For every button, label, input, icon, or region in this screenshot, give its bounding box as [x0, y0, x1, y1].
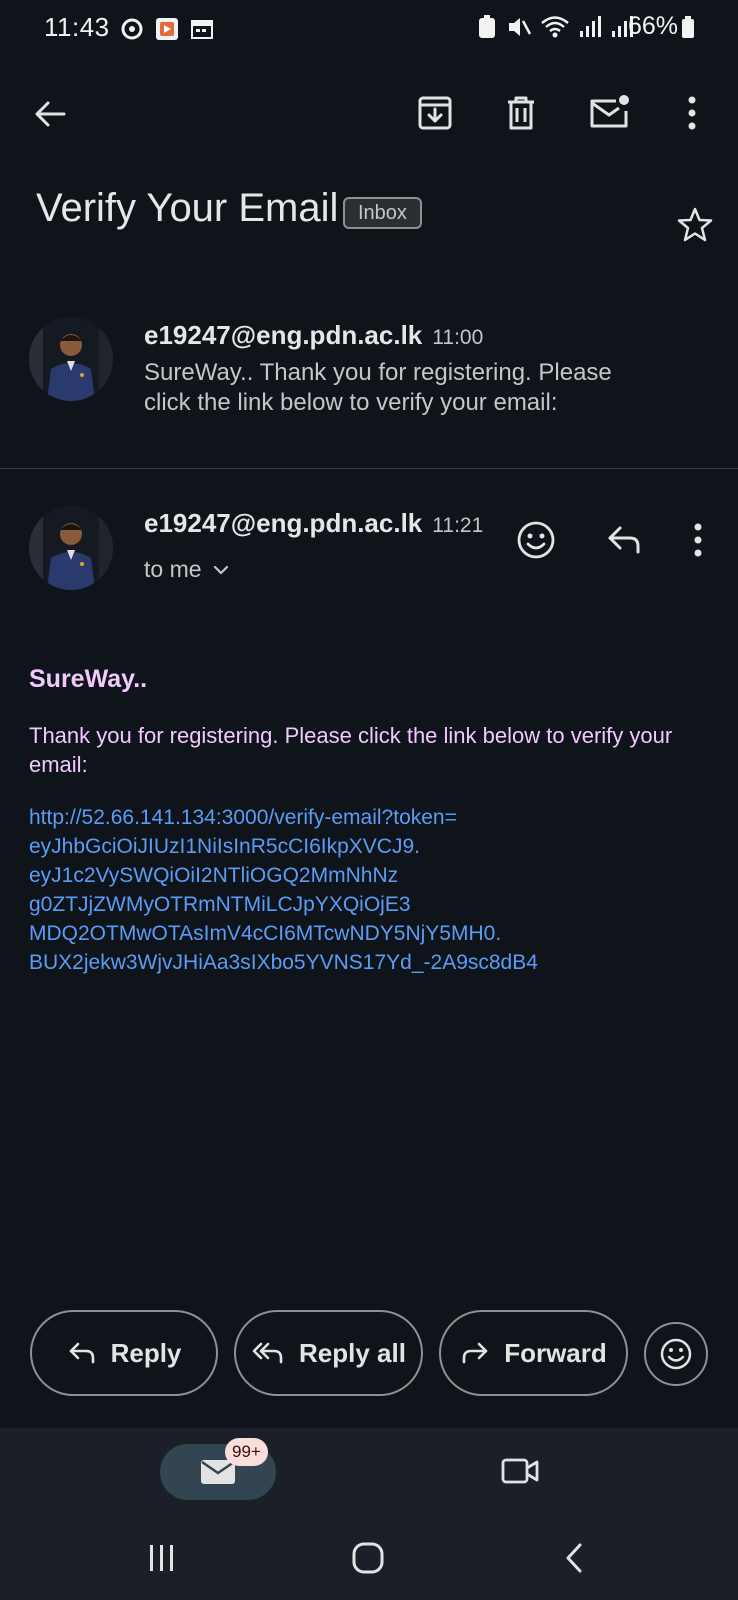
verify-email-link[interactable]: http://52.66.141.134:3000/verify-email?t…	[29, 803, 538, 977]
reply-all-button[interactable]: Reply all	[234, 1310, 423, 1396]
home-button[interactable]	[350, 1540, 386, 1576]
back-button[interactable]	[30, 94, 70, 134]
reply-all-icon	[252, 1342, 283, 1364]
sender-line: e19247@eng.pdn.ac.lk 11:00	[144, 320, 483, 351]
link-line[interactable]: g0ZTJjZWMyOTRmNTMiLCJpYXQiOjE3	[29, 890, 538, 919]
battery-icon	[682, 15, 695, 38]
sync-icon	[121, 18, 143, 40]
reply-icon-button[interactable]	[604, 520, 644, 560]
trash-icon	[508, 96, 534, 130]
thread-divider	[0, 468, 738, 469]
email-subject: Verify Your Email	[36, 186, 339, 230]
message-heading: SureWay..	[29, 665, 148, 693]
unread-count-badge: 99+	[225, 1438, 268, 1466]
forward-button[interactable]: Forward	[439, 1310, 628, 1396]
status-time: 11:43	[44, 12, 110, 42]
arrow-left-icon	[35, 101, 66, 127]
message-snippet: SureWay.. Thank you for registering. Ple…	[144, 359, 612, 416]
person-avatar-icon	[29, 317, 113, 401]
emoji-icon	[660, 1338, 692, 1370]
link-line[interactable]: MDQ2OTMwOTAsImV4cCI6MTcwNDY5NjY5MH0.	[29, 919, 538, 948]
more-options-button[interactable]	[676, 92, 708, 134]
recipient-text: to me	[144, 556, 202, 582]
person-avatar-icon	[29, 506, 113, 590]
emoji-reaction-button[interactable]	[644, 1322, 708, 1386]
star-icon	[677, 207, 713, 242]
mute-icon	[509, 18, 532, 36]
emoji-icon	[517, 521, 555, 559]
inbox-label-chip[interactable]: Inbox	[343, 197, 422, 229]
mark-unread-button[interactable]	[588, 92, 632, 134]
message-time: 11:21	[432, 514, 484, 537]
thread-message-collapsed[interactable]: e19247@eng.pdn.ac.lk 11:00 SureWay.. Tha…	[0, 300, 738, 468]
message-text: Thank you for registering. Please click …	[29, 723, 673, 777]
wifi-icon	[541, 16, 569, 38]
signal-1-icon	[580, 16, 601, 37]
sender-email: e19247@eng.pdn.ac.lk	[144, 508, 423, 538]
recent-apps-button[interactable]	[146, 1542, 178, 1574]
nav-meet-tab[interactable]	[500, 1454, 540, 1488]
forward-label: Forward	[504, 1337, 607, 1368]
forward-icon	[462, 1342, 488, 1364]
home-icon	[352, 1542, 384, 1574]
reply-button[interactable]: Reply	[30, 1310, 218, 1396]
video-camera-icon	[501, 1458, 539, 1484]
more-vert-icon	[688, 96, 696, 130]
calendar-icon	[191, 20, 213, 39]
message-more-button[interactable]	[680, 520, 716, 560]
link-line[interactable]: eyJ1c2VySWQiOiI2NTliOGQ2MmNhNz	[29, 861, 538, 890]
message-time: 11:00	[432, 326, 484, 349]
sender-avatar	[29, 317, 113, 401]
battery-percent: 66%	[628, 12, 695, 41]
sender-avatar[interactable]	[29, 506, 113, 590]
status-icons-right	[476, 14, 634, 40]
link-line[interactable]: http://52.66.141.134:3000/verify-email?t…	[29, 803, 538, 832]
chevron-left-icon	[566, 1543, 582, 1573]
recipient-details-toggle[interactable]: to me	[144, 556, 230, 583]
app-notification-icon	[156, 18, 178, 40]
recent-apps-icon	[150, 1545, 173, 1571]
reply-icon	[608, 526, 640, 554]
saver-icon	[479, 15, 495, 38]
reply-all-label: Reply all	[299, 1337, 406, 1368]
link-line[interactable]: BUX2jekw3WjvJHiAa3sIXbo5YVNS17Yd_-2A9sc8…	[29, 948, 538, 977]
mail-unread-icon	[590, 95, 629, 128]
sender-line: e19247@eng.pdn.ac.lk 11:21	[144, 508, 483, 539]
chevron-down-icon	[213, 565, 228, 575]
archive-icon	[418, 96, 452, 130]
delete-button[interactable]	[500, 92, 542, 134]
more-vert-icon	[694, 523, 702, 557]
status-icons-left	[120, 16, 214, 42]
reply-label: Reply	[110, 1337, 182, 1368]
link-line[interactable]: eyJhbGciOiJIUzI1NiIsInR5cCI6IkpXVCJ9.	[29, 832, 538, 861]
reply-icon	[69, 1342, 94, 1364]
star-button[interactable]	[676, 206, 714, 244]
archive-button[interactable]	[414, 92, 456, 134]
add-reaction-button[interactable]	[516, 520, 556, 560]
sender-email: e19247@eng.pdn.ac.lk	[144, 320, 423, 350]
system-back-button[interactable]	[560, 1542, 590, 1574]
battery-text: 66%	[628, 12, 679, 40]
